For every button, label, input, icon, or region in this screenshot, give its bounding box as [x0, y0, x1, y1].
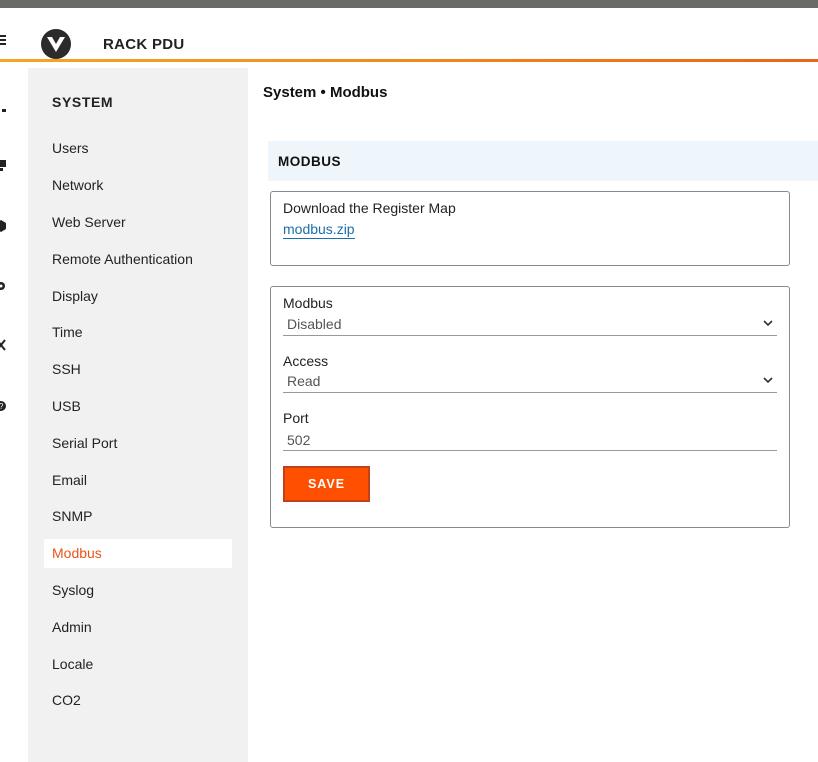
- port-input[interactable]: [283, 429, 777, 451]
- app-header: RACK PDU: [0, 8, 818, 60]
- modbus-select[interactable]: Disabled: [283, 315, 777, 336]
- sidebar-item-usb[interactable]: USB: [44, 388, 232, 425]
- modbus-zip-link[interactable]: modbus.zip: [283, 221, 355, 239]
- help-icon[interactable]: ?: [0, 399, 8, 413]
- cube-icon[interactable]: [0, 219, 8, 233]
- section-title: MODBUS: [278, 154, 341, 169]
- sidebar-item-co2[interactable]: CO2: [44, 682, 232, 719]
- save-button[interactable]: SAVE: [283, 466, 370, 502]
- settings-sidebar: SYSTEM Users Network Web Server Remote A…: [28, 68, 248, 762]
- modbus-settings-card: Modbus Disabled Access Read Port SAVE: [270, 286, 790, 528]
- register-map-label: Download the Register Map: [283, 200, 456, 216]
- sidebar-item-web-server[interactable]: Web Server: [44, 204, 232, 241]
- sidebar-item-ssh[interactable]: SSH: [44, 351, 232, 388]
- sidebar-item-display[interactable]: Display: [44, 277, 232, 314]
- icon-rail: ?: [0, 62, 28, 762]
- gear-icon[interactable]: [0, 279, 8, 293]
- sidebar-item-syslog[interactable]: Syslog: [44, 572, 232, 609]
- sidebar-item-locale[interactable]: Locale: [44, 645, 232, 682]
- app-title: RACK PDU: [103, 36, 185, 53]
- sidebar-item-serial-port[interactable]: Serial Port: [44, 424, 232, 461]
- modbus-select-value: Disabled: [287, 316, 342, 332]
- sidebar-heading: SYSTEM: [52, 94, 114, 110]
- access-select[interactable]: Read: [283, 372, 777, 393]
- sidebar-item-remote-authentication[interactable]: Remote Authentication: [44, 240, 232, 277]
- sidebar-item-users[interactable]: Users: [44, 130, 232, 167]
- breadcrumb: System • Modbus: [263, 84, 388, 101]
- access-select-value: Read: [287, 373, 321, 389]
- sidebar-item-snmp[interactable]: SNMP: [44, 498, 232, 535]
- chevron-down-icon: [763, 377, 773, 384]
- sidebar-item-email[interactable]: Email: [44, 461, 232, 498]
- access-label: Access: [283, 353, 329, 369]
- sidebar-item-admin[interactable]: Admin: [44, 608, 232, 645]
- sidebar-item-network[interactable]: Network: [44, 167, 232, 204]
- sidebar-item-time[interactable]: Time: [44, 314, 232, 351]
- sidebar-item-modbus[interactable]: Modbus: [44, 538, 232, 568]
- window-top-strip: [0, 0, 818, 8]
- hamburger-menu-icon[interactable]: [0, 35, 6, 47]
- register-map-card: Download the Register Map modbus.zip: [270, 191, 790, 266]
- port-label: Port: [283, 410, 309, 426]
- section-header: MODBUS: [268, 141, 818, 181]
- tools-icon[interactable]: [0, 338, 8, 352]
- network-icon[interactable]: [0, 100, 8, 114]
- header-accent-line: [0, 59, 818, 62]
- vertiv-logo: [41, 29, 71, 59]
- modbus-label: Modbus: [283, 295, 333, 311]
- svg-text:?: ?: [0, 402, 4, 411]
- sidebar-nav: Users Network Web Server Remote Authenti…: [44, 130, 232, 719]
- chevron-down-icon: [763, 320, 773, 327]
- device-icon[interactable]: [0, 158, 8, 172]
